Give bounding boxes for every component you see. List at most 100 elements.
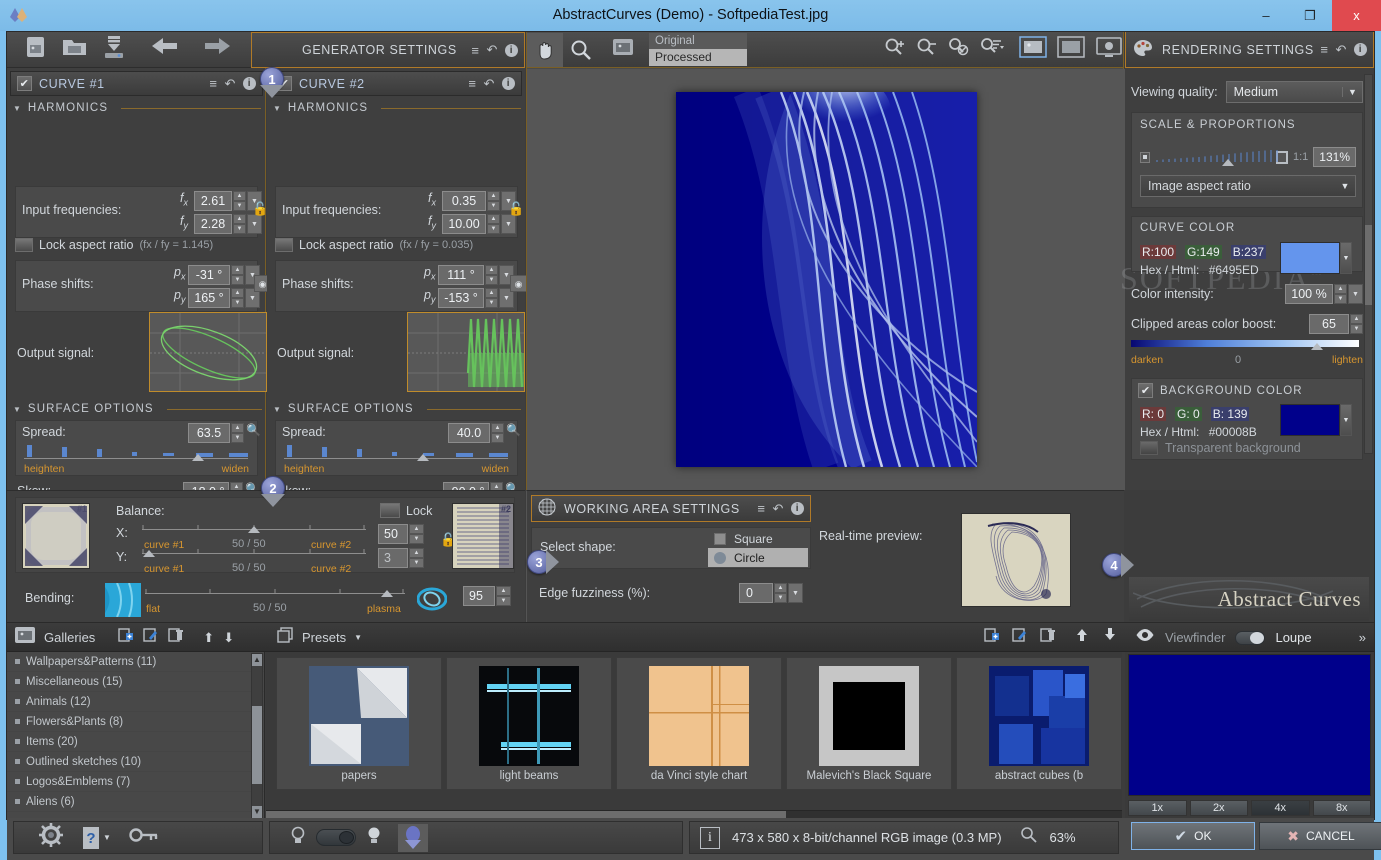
close-button[interactable]: x <box>1332 0 1381 31</box>
viewfinder-loupe-toggle[interactable] <box>1235 630 1266 645</box>
redo-icon[interactable] <box>197 34 233 65</box>
galleries-scrollbar[interactable]: ▲ ▼ <box>251 653 263 819</box>
fit-screen-icon[interactable] <box>1095 36 1123 63</box>
balance-y-input[interactable]: 3 <box>378 548 408 568</box>
preset-item[interactable]: Malevich's Black Square <box>786 657 952 790</box>
spread-stepper[interactable]: ▲ ▼ <box>231 423 244 443</box>
curve-1-header[interactable]: ✔ CURVE #1 ≡ ↶ i <box>10 71 263 96</box>
chevron-down-icon[interactable]: ▼ <box>1340 242 1352 274</box>
rendering-scrollbar[interactable] <box>1364 74 1373 454</box>
lamp-on-icon[interactable] <box>366 825 382 850</box>
zoom-none-icon[interactable] <box>947 37 969 62</box>
chevron-down-icon[interactable]: ▼ <box>1342 87 1362 97</box>
fit-frame-icon[interactable] <box>1057 36 1085 63</box>
reset-icon[interactable]: ↶ <box>773 501 785 517</box>
view-mode-tabs[interactable]: Original Processed <box>649 33 747 66</box>
preset-item[interactable]: papers <box>276 657 442 790</box>
menu-icon[interactable]: ≡ <box>757 501 765 516</box>
viewing-quality-select[interactable]: Medium ▼ <box>1225 81 1363 103</box>
fx-input[interactable]: 2.61 <box>194 191 232 211</box>
lamp-toggle[interactable] <box>316 829 356 846</box>
delete-gallery-icon[interactable] <box>168 627 184 648</box>
background-color-swatch[interactable]: ▼ <box>1280 404 1352 436</box>
spread-slider[interactable] <box>24 445 248 461</box>
chevron-down-icon[interactable]: ▼ <box>1340 404 1352 436</box>
chevron-down-icon[interactable]: ▼ <box>354 633 362 642</box>
tab-processed[interactable]: Processed <box>649 49 747 66</box>
fit-image-icon[interactable] <box>1019 36 1047 63</box>
curve-1-harmonics-header[interactable]: ▼ HARMONICS <box>7 99 265 116</box>
minimize-button[interactable]: – <box>1244 0 1288 31</box>
py-input[interactable]: -153 ° <box>438 288 484 308</box>
clipped-slider[interactable] <box>1131 340 1359 350</box>
bending-input[interactable]: 95 <box>463 586 495 606</box>
galleries-list[interactable]: Wallpapers&Patterns (11) Miscellaneous (1… <box>7 652 265 820</box>
px-input[interactable]: 111 ° <box>438 265 484 285</box>
spread-input[interactable]: 40.0 <box>448 423 490 443</box>
unlock-icon[interactable]: 🔓 <box>508 201 524 217</box>
curve-1-surface-header[interactable]: ▼ SURFACE OPTIONS <box>7 400 266 417</box>
save-image-icon[interactable] <box>101 34 127 65</box>
undo-icon[interactable] <box>149 34 185 65</box>
list-item[interactable]: Miscellaneous (15) <box>7 672 264 692</box>
hand-tool-icon[interactable] <box>527 32 563 67</box>
aspect-ratio-select[interactable]: Image aspect ratio ▼ <box>1140 175 1356 197</box>
zoom-level-2x[interactable]: 2x <box>1189 800 1248 816</box>
background-color-checkbox[interactable]: ✔ <box>1138 383 1153 398</box>
curve-1-lock-aspect-row[interactable]: Lock aspect ratio (fx / fy = 1.145) <box>15 234 258 256</box>
edge-fuzziness-input[interactable]: 0 <box>739 583 773 603</box>
help-icon[interactable]: ? ▼ <box>82 826 111 850</box>
py-stepper[interactable]: ▲ ▼ <box>231 288 244 308</box>
zoom-in-icon[interactable] <box>883 37 905 62</box>
py-input[interactable]: 165 ° <box>188 288 230 308</box>
list-item[interactable]: Wallpapers&Patterns (11) <box>7 652 264 672</box>
bending-stepper[interactable]: ▲ ▼ <box>496 586 511 606</box>
lamp-off-icon[interactable] <box>290 825 306 850</box>
clipped-input[interactable]: 65 <box>1309 314 1349 334</box>
reset-icon[interactable]: ↶ <box>1336 42 1348 58</box>
info-icon[interactable]: i <box>502 77 515 90</box>
clipped-stepper[interactable]: ▲ ▼ <box>1350 314 1363 334</box>
move-down-icon[interactable]: ⬇ <box>223 630 234 646</box>
add-preset-icon[interactable] <box>984 627 1000 648</box>
zoom-level-4x[interactable]: 4x <box>1251 800 1310 816</box>
fx-input[interactable]: 0.35 <box>442 191 486 211</box>
eye-icon[interactable] <box>1135 628 1155 647</box>
tab-original[interactable]: Original <box>649 33 747 49</box>
info-icon[interactable]: i <box>700 826 720 849</box>
balance-y-slider[interactable] <box>142 549 366 563</box>
menu-icon[interactable]: ≡ <box>1320 42 1328 57</box>
upload-preset-icon[interactable] <box>1074 627 1090 648</box>
add-gallery-icon[interactable] <box>118 627 134 648</box>
lock-aspect-checkbox[interactable] <box>15 238 33 252</box>
zoom-level-buttons[interactable]: 1x 2x 4x 8x <box>1128 800 1371 816</box>
list-item[interactable]: Outlined sketches (10) <box>7 752 264 772</box>
menu-icon[interactable]: ≡ <box>468 76 476 91</box>
info-icon[interactable]: i <box>1354 43 1367 56</box>
move-up-icon[interactable]: ⬆ <box>203 630 214 646</box>
color-intensity-dropdown[interactable]: ▼ <box>1348 284 1363 304</box>
scale-value[interactable]: 131% <box>1313 147 1356 167</box>
balance-lock-row[interactable]: Lock <box>380 503 432 518</box>
scroll-down-arrow[interactable]: ▼ <box>252 806 262 818</box>
fy-input[interactable]: 10.00 <box>442 214 486 234</box>
image-icon[interactable] <box>613 39 633 60</box>
list-item[interactable]: Flowers&Plants (8) <box>7 712 264 732</box>
list-item[interactable]: Animals (12) <box>7 692 264 712</box>
curve-2-lock-aspect-row[interactable]: Lock aspect ratio (fx / fy = 0.035) <box>275 234 518 256</box>
zoom-menu-icon[interactable] <box>979 37 1005 62</box>
download-arrow-icon[interactable] <box>398 823 428 852</box>
fy-dropdown[interactable]: ▼ <box>501 214 516 234</box>
reset-icon[interactable]: ↶ <box>484 76 496 92</box>
curve-2-header[interactable]: ✔ CURVE #2 ≡ ↶ i <box>270 71 522 96</box>
zoom-level-8x[interactable]: 8x <box>1312 800 1371 816</box>
preset-item[interactable]: light beams <box>446 657 612 790</box>
list-item[interactable]: Logos&Emblems (7) <box>7 772 264 792</box>
balance-x-stepper[interactable]: ▲ ▼ <box>409 524 424 544</box>
scroll-up-arrow[interactable]: ▲ <box>252 654 262 666</box>
info-icon[interactable]: i <box>791 502 804 515</box>
realtime-preview-image[interactable] <box>961 513 1071 607</box>
generator-settings-header[interactable]: GENERATOR SETTINGS ≡ ↶ i <box>251 32 525 68</box>
curve-2-surface-header[interactable]: ▼ SURFACE OPTIONS <box>267 400 525 417</box>
bending-slider[interactable] <box>145 589 405 603</box>
